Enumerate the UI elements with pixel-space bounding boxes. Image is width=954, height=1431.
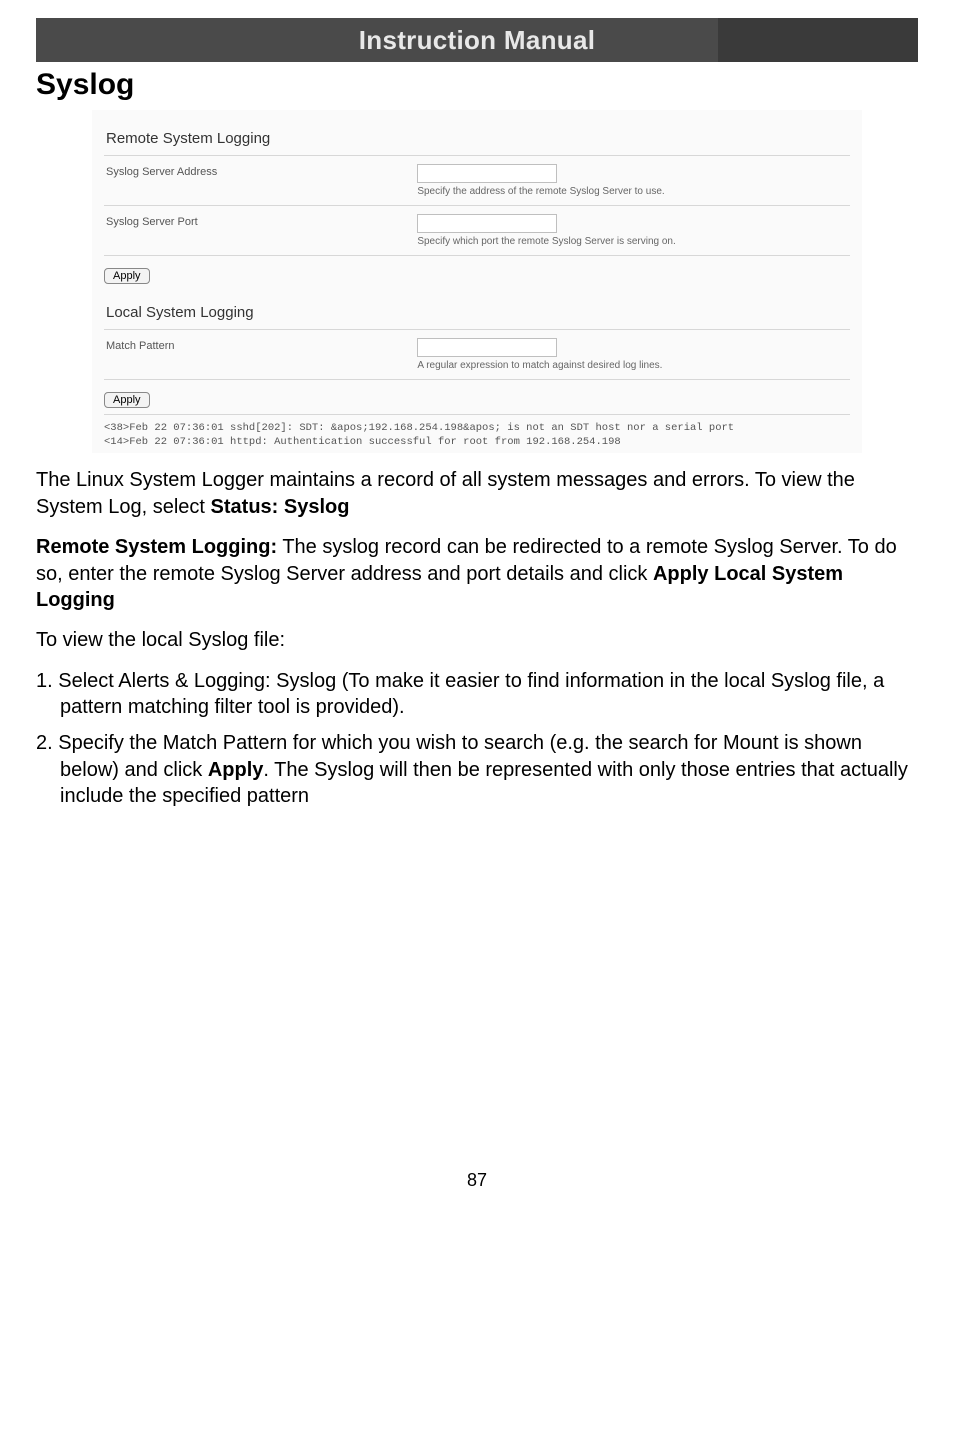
paragraph-1: The Linux System Logger maintains a reco… — [36, 467, 918, 520]
local-row-pattern: Match Pattern A regular expression to ma… — [104, 329, 850, 379]
syslog-port-input[interactable] — [417, 214, 557, 233]
page-title: Syslog — [36, 68, 954, 102]
syslog-address-input[interactable] — [417, 164, 557, 183]
remote-logging-heading: Remote System Logging — [104, 124, 850, 155]
syslog-output: <38>Feb 22 07:36:01 sshd[202]: SDT: &apo… — [104, 414, 850, 449]
syslog-address-label: Syslog Server Address — [104, 164, 417, 197]
local-apply-row: Apply — [104, 379, 850, 414]
remote-apply-button[interactable]: Apply — [104, 268, 150, 284]
paragraph-2: Remote System Logging: The syslog record… — [36, 534, 918, 613]
syslog-config-screenshot: Remote System Logging Syslog Server Addr… — [92, 110, 862, 453]
remote-row-port: Syslog Server Port Specify which port th… — [104, 205, 850, 255]
syslog-port-label: Syslog Server Port — [104, 214, 417, 247]
remote-apply-row: Apply — [104, 255, 850, 298]
local-apply-button[interactable]: Apply — [104, 392, 150, 408]
match-pattern-input[interactable] — [417, 338, 557, 357]
match-pattern-hint: A regular expression to match against de… — [417, 360, 662, 371]
remote-row-address: Syslog Server Address Specify the addres… — [104, 155, 850, 205]
manual-title: Instruction Manual — [36, 18, 918, 62]
local-logging-heading: Local System Logging — [104, 298, 850, 329]
header-band: Instruction Manual — [36, 18, 918, 62]
match-pattern-label: Match Pattern — [104, 338, 417, 371]
syslog-port-hint: Specify which port the remote Syslog Ser… — [417, 236, 675, 247]
log-line-0: <38>Feb 22 07:36:01 sshd[202]: SDT: &apo… — [104, 422, 734, 434]
p1-status-syslog: Status: Syslog — [211, 496, 350, 518]
page-number: 87 — [0, 1170, 954, 1211]
step-1-text: Select Alerts & Logging: Syslog (To make… — [58, 670, 884, 718]
syslog-address-field-col: Specify the address of the remote Syslog… — [417, 164, 850, 197]
step-2-apply: Apply — [208, 759, 264, 781]
step-2: Specify the Match Pattern for which you … — [36, 730, 918, 809]
match-pattern-field-col: A regular expression to match against de… — [417, 338, 850, 371]
paragraph-3: To view the local Syslog file: — [36, 627, 918, 653]
step-1: Select Alerts & Logging: Syslog (To make… — [36, 668, 918, 721]
log-line-1: <14>Feb 22 07:36:01 httpd: Authenticatio… — [104, 436, 621, 448]
body-content: The Linux System Logger maintains a reco… — [36, 467, 918, 653]
steps-list: Select Alerts & Logging: Syslog (To make… — [36, 668, 918, 810]
p1-text: The Linux System Logger maintains a reco… — [36, 469, 855, 517]
p2-heading: Remote System Logging: — [36, 536, 277, 558]
syslog-port-field-col: Specify which port the remote Syslog Ser… — [417, 214, 850, 247]
syslog-address-hint: Specify the address of the remote Syslog… — [417, 186, 664, 197]
